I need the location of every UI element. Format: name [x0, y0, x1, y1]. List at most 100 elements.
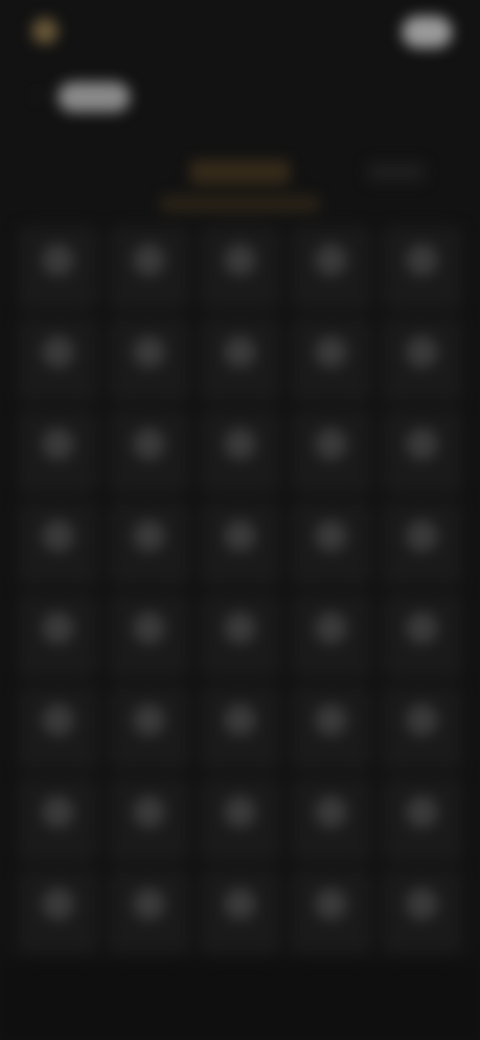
- grid-tile[interactable]: [382, 410, 462, 494]
- grid-tile[interactable]: [109, 594, 189, 678]
- section-link[interactable]: [368, 162, 424, 182]
- item-icon: [133, 244, 165, 276]
- item-icon: [406, 244, 438, 276]
- grid-tile[interactable]: [109, 318, 189, 402]
- grid-tile[interactable]: [200, 502, 280, 586]
- tile-label: [24, 746, 92, 760]
- grid-tile[interactable]: [291, 594, 371, 678]
- item-icon: [42, 612, 74, 644]
- grid-tile[interactable]: [18, 778, 98, 862]
- back-row: ‹: [0, 76, 480, 120]
- item-icon: [315, 244, 347, 276]
- chevron-left-icon[interactable]: ‹: [28, 86, 48, 106]
- grid-tile[interactable]: [109, 778, 189, 862]
- tile-label: [115, 470, 183, 484]
- grid-tile[interactable]: [291, 870, 371, 954]
- tile-label: [206, 470, 274, 484]
- grid-tile[interactable]: [382, 778, 462, 862]
- grid-tile[interactable]: [382, 870, 462, 954]
- tile-label: [388, 746, 456, 760]
- grid-tile[interactable]: [382, 594, 462, 678]
- grid-tile[interactable]: [18, 870, 98, 954]
- tile-label: [297, 286, 365, 300]
- item-icon: [315, 612, 347, 644]
- grid-tile[interactable]: [18, 594, 98, 678]
- item-icon: [133, 612, 165, 644]
- grid-tile[interactable]: [18, 410, 98, 494]
- tile-label: [115, 746, 183, 760]
- grid-tile[interactable]: [109, 226, 189, 310]
- item-icon: [406, 612, 438, 644]
- top-action-button[interactable]: [402, 16, 452, 48]
- tile-label: [297, 378, 365, 392]
- top-action-label: [348, 22, 408, 40]
- grid-tile[interactable]: [109, 502, 189, 586]
- item-icon: [224, 704, 256, 736]
- grid-tile[interactable]: [200, 226, 280, 310]
- tile-label: [115, 286, 183, 300]
- grid-tile[interactable]: [200, 318, 280, 402]
- grid-tile[interactable]: [18, 686, 98, 770]
- tile-label: [388, 838, 456, 852]
- item-icon: [42, 244, 74, 276]
- item-icon: [42, 888, 74, 920]
- grid-tile[interactable]: [200, 594, 280, 678]
- grid-tile[interactable]: [382, 318, 462, 402]
- item-icon: [42, 704, 74, 736]
- top-bar: [0, 0, 480, 64]
- grid-tile[interactable]: [109, 870, 189, 954]
- tile-label: [206, 562, 274, 576]
- item-icon: [406, 888, 438, 920]
- item-icon: [406, 336, 438, 368]
- grid-tile[interactable]: [291, 226, 371, 310]
- tile-label: [24, 378, 92, 392]
- tile-label: [206, 746, 274, 760]
- grid-tile[interactable]: [382, 502, 462, 586]
- tile-label: [388, 562, 456, 576]
- grid-tile[interactable]: [291, 686, 371, 770]
- logo-icon[interactable]: [32, 18, 58, 44]
- tile-label: [24, 654, 92, 668]
- item-icon: [42, 336, 74, 368]
- tile-label: [206, 838, 274, 852]
- tile-label: [24, 838, 92, 852]
- tile-label: [115, 378, 183, 392]
- grid-tile[interactable]: [18, 318, 98, 402]
- grid-tile[interactable]: [109, 686, 189, 770]
- tile-label: [297, 654, 365, 668]
- grid-tile[interactable]: [291, 502, 371, 586]
- grid-tile[interactable]: [200, 870, 280, 954]
- grid-tile[interactable]: [382, 226, 462, 310]
- grid-tile[interactable]: [18, 502, 98, 586]
- grid-tile[interactable]: [200, 410, 280, 494]
- brand-name: [66, 20, 126, 38]
- grid-tile[interactable]: [291, 318, 371, 402]
- section-subtitle: [160, 196, 320, 212]
- section-title: [190, 160, 290, 184]
- item-icon: [315, 888, 347, 920]
- grid-tile[interactable]: [382, 686, 462, 770]
- item-icon: [406, 520, 438, 552]
- tile-label: [388, 930, 456, 944]
- grid-tile[interactable]: [18, 226, 98, 310]
- grid-tile[interactable]: [291, 410, 371, 494]
- item-icon: [315, 704, 347, 736]
- item-icon: [315, 428, 347, 460]
- footer-area: [0, 962, 480, 1040]
- tile-label: [388, 470, 456, 484]
- grid-tile[interactable]: [200, 778, 280, 862]
- grid-tile[interactable]: [291, 778, 371, 862]
- item-icon: [406, 428, 438, 460]
- item-icon: [133, 704, 165, 736]
- item-icon: [315, 796, 347, 828]
- item-icon: [42, 428, 74, 460]
- grid-tile[interactable]: [200, 686, 280, 770]
- back-pill-button[interactable]: [58, 82, 130, 112]
- item-icon: [224, 612, 256, 644]
- tile-label: [115, 930, 183, 944]
- tile-label: [115, 838, 183, 852]
- tile-label: [297, 562, 365, 576]
- item-icon: [224, 336, 256, 368]
- grid-tile[interactable]: [109, 410, 189, 494]
- item-icon: [224, 520, 256, 552]
